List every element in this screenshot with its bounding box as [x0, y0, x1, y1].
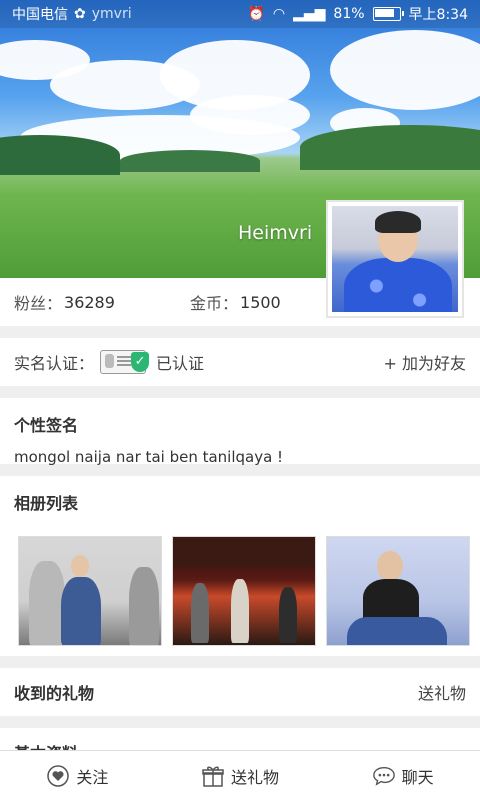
- fans-label: 粉丝：: [14, 294, 63, 313]
- carrier-suffix: ymvri: [91, 6, 132, 22]
- signature-text: mongol naija nar tai ben tanilqaya !: [14, 448, 284, 466]
- verify-status: 已认证: [156, 354, 205, 373]
- banner-name: Heimvri: [238, 222, 313, 244]
- verification-row: 实名认证： ✓ 已认证 + 加为好友: [0, 338, 480, 386]
- chat-button[interactable]: 聊天: [372, 764, 434, 788]
- signal-icon: ▂▄▆: [293, 6, 326, 22]
- wifi-icon: ◠: [272, 6, 286, 22]
- album-title: 相册列表: [14, 494, 79, 513]
- send-gift-label: 送礼物: [230, 768, 279, 787]
- signature-title: 个性签名: [14, 416, 79, 435]
- avatar-hair: [375, 211, 421, 233]
- avatar[interactable]: [326, 200, 464, 318]
- coins-value: 1500: [240, 292, 281, 312]
- album-photo[interactable]: [172, 536, 316, 646]
- avatar-photo: [332, 206, 458, 312]
- coins-label: 金币：: [190, 294, 239, 313]
- alarm-icon: ⏰: [247, 6, 265, 22]
- follow-label: 关注: [76, 768, 109, 787]
- follow-button[interactable]: 关注: [46, 764, 108, 788]
- id-verified-icon: ✓: [100, 350, 150, 374]
- fans-value: 36289: [64, 292, 115, 312]
- bottom-action-bar: 关注 送礼物 聊天: [0, 750, 480, 801]
- gifts-title: 收到的礼物: [14, 684, 95, 703]
- gift-icon: [201, 765, 225, 787]
- chat-bubble-icon: [372, 765, 396, 787]
- send-gift-button[interactable]: 送礼物: [201, 764, 279, 788]
- status-bar: 中国电信 ✿ ymvri ⏰ ◠ ▂▄▆ 81% 早上8:34: [0, 0, 480, 28]
- album-list: [18, 536, 470, 646]
- avatar-body: [344, 258, 452, 312]
- album-section: 相册列表: [0, 476, 480, 656]
- signature-section: 个性签名 mongol naija nar tai ben tanilqaya …: [0, 398, 480, 466]
- chat-label: 聊天: [401, 768, 434, 787]
- add-friend-button[interactable]: + 加为好友: [384, 350, 467, 374]
- gifts-row: 收到的礼物 送礼物: [0, 668, 480, 716]
- verify-label: 实名认证：: [14, 354, 95, 373]
- battery-icon: [372, 7, 404, 21]
- carrier-label: 中国电信: [12, 7, 68, 23]
- battery-percent: 81%: [333, 6, 365, 22]
- heart-icon: [46, 765, 70, 787]
- album-photo[interactable]: [18, 536, 162, 646]
- fans-stat: 粉丝： 36289: [14, 290, 190, 314]
- status-time: 早上8:34: [408, 7, 468, 23]
- album-photo[interactable]: [326, 536, 470, 646]
- send-gift-link[interactable]: 送礼物: [418, 680, 466, 704]
- coins-stat: 金币： 1500: [190, 290, 281, 314]
- settings-icon: ✿: [74, 6, 86, 22]
